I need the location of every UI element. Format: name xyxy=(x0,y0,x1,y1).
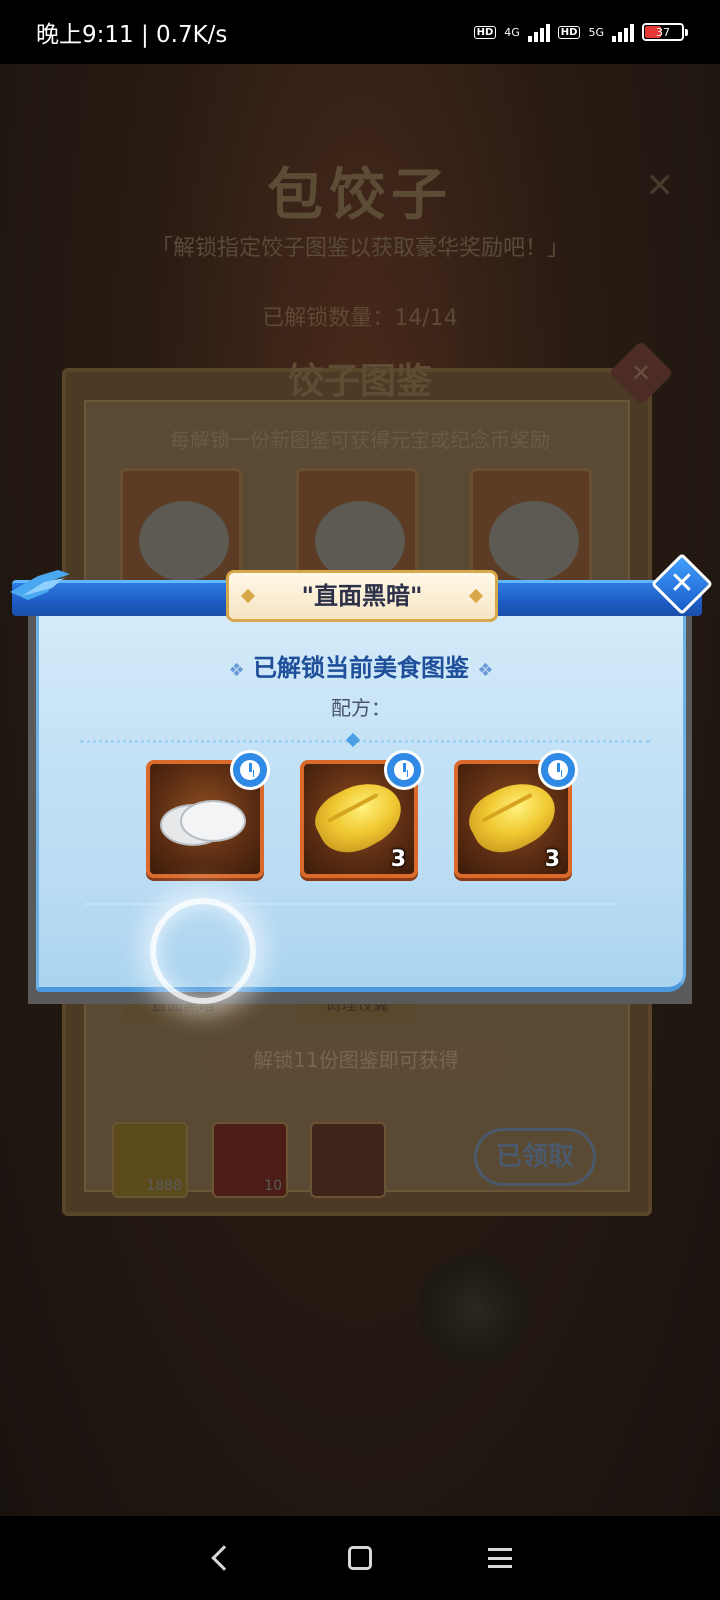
ingredient-napa-cabbage[interactable]: 3 xyxy=(454,750,578,878)
collection-card xyxy=(120,468,242,586)
ribbon-icon xyxy=(10,570,70,600)
tap-glow-icon xyxy=(150,898,256,1004)
clock-icon xyxy=(384,750,424,790)
reward-qty: 10 xyxy=(264,1178,282,1194)
ingredient-napa-cabbage[interactable]: 3 xyxy=(300,750,424,878)
claimed-button: 已领取 xyxy=(474,1128,596,1186)
gem-icon xyxy=(240,588,256,604)
back-icon xyxy=(211,1545,237,1571)
modal-title: ❖ 已解锁当前美食图鉴 ❖ xyxy=(36,648,686,683)
collection-card xyxy=(470,468,592,586)
signal-icon-2 xyxy=(612,22,634,42)
collection-book-title: 饺子图鉴 xyxy=(287,361,432,402)
hd-badge-1: HD xyxy=(473,25,497,39)
ingredient-dumpling-wrapper[interactable] xyxy=(146,750,270,878)
close-icon: ✕ xyxy=(669,566,695,601)
status-time: 晚上9:11 | 0.7K/s xyxy=(36,22,228,48)
banner-token-icon: 10 xyxy=(212,1122,288,1198)
battery-level: 37 xyxy=(656,25,670,39)
collection-card xyxy=(296,468,418,586)
event-subtitle: 「解锁指定饺子图鉴以获取豪华奖励吧！」 xyxy=(150,236,569,261)
sparkle-icon: ❖ xyxy=(228,660,245,681)
network-label-2: 5G xyxy=(588,25,604,39)
reward-requirement: 解锁11份图鉴即可获得 xyxy=(206,1042,506,1078)
status-icons: HD 4G HD 5G 37 xyxy=(473,22,688,42)
status-bar: 晚上9:11 | 0.7K/s HD 4G HD 5G 37 xyxy=(0,0,720,64)
loading-spinner-icon xyxy=(414,1250,534,1370)
modal-header-title-text: "直面黑暗" xyxy=(301,582,423,610)
gold-ingot-icon: 1888 xyxy=(112,1122,188,1198)
menu-icon xyxy=(488,1548,512,1568)
divider xyxy=(86,903,616,905)
ingredient-qty: 3 xyxy=(544,847,560,872)
reward-qty: 1888 xyxy=(146,1178,182,1194)
back-button[interactable] xyxy=(190,1528,250,1588)
unlocked-count: 已解锁数量：14/14 xyxy=(262,306,458,331)
modal-header-title: "直面黑暗" xyxy=(226,570,498,622)
hd-badge-2: HD xyxy=(557,25,581,39)
sparkle-icon: ❖ xyxy=(477,660,494,681)
network-label-1: 4G xyxy=(504,25,520,39)
collection-description: 每解锁一份新图鉴可获得元宝或纪念币奖励 xyxy=(170,428,550,452)
recipe-label: 配方： xyxy=(331,696,391,720)
home-button[interactable] xyxy=(330,1528,390,1588)
chest-icon xyxy=(310,1122,386,1198)
divider xyxy=(80,740,650,743)
clock-icon xyxy=(538,750,578,790)
ingredient-qty: 3 xyxy=(390,847,406,872)
gem-icon xyxy=(468,588,484,604)
collection-close-button: ✕ xyxy=(608,340,674,406)
modal-title-text: 已解锁当前美食图鉴 xyxy=(253,654,469,682)
event-title: 包饺子 xyxy=(267,163,453,228)
battery-icon: 37 xyxy=(642,23,688,41)
clock-icon xyxy=(230,750,270,790)
menu-button[interactable] xyxy=(470,1528,530,1588)
signal-icon-1 xyxy=(527,22,550,42)
close-icon: ✕ xyxy=(630,359,652,387)
dumpling-wrapper-icon xyxy=(180,800,246,842)
event-close-icon: ✕ xyxy=(645,166,675,206)
navigation-bar xyxy=(0,1516,720,1600)
home-icon xyxy=(348,1546,372,1570)
